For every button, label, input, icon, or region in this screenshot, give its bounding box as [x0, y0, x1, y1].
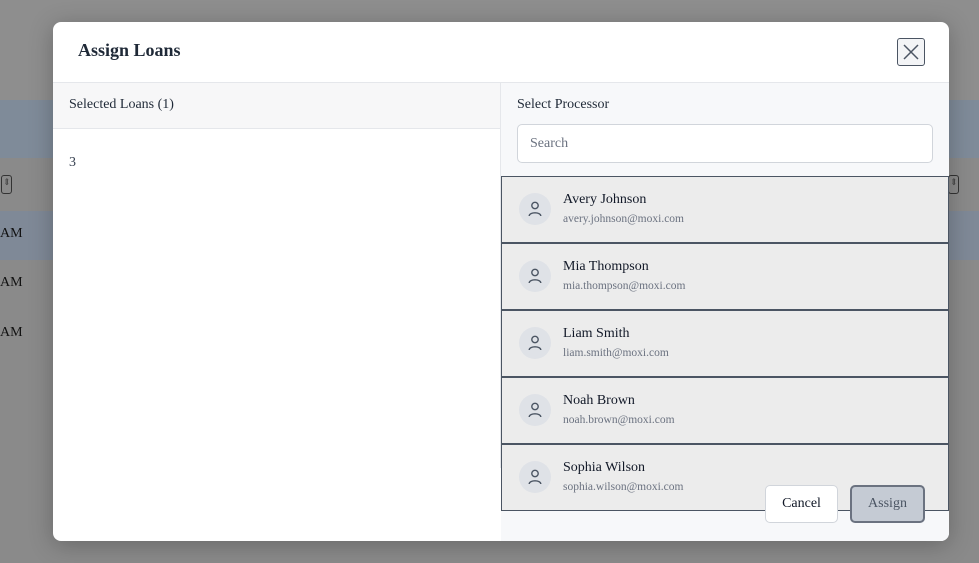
assign-loans-modal: Assign Loans Selected Loans (1) 3 Select… — [53, 22, 949, 541]
avatar — [519, 193, 551, 225]
user-icon — [528, 268, 542, 284]
selected-loans-heading: Selected Loans (1) — [69, 97, 174, 112]
processor-item[interactable]: Mia Thompson mia.thompson@moxi.com — [501, 243, 949, 310]
select-processor-panel: Select Processor Avery Johnson avery.joh… — [501, 83, 949, 541]
assign-button[interactable]: Assign — [850, 485, 925, 523]
processor-list[interactable]: Avery Johnson avery.johnson@moxi.com Mia… — [501, 176, 949, 511]
processor-item[interactable]: Avery Johnson avery.johnson@moxi.com — [501, 176, 949, 243]
sort-icon — [1, 175, 12, 194]
processor-search-input[interactable] — [517, 124, 933, 163]
user-icon — [528, 402, 542, 418]
selected-loans-header: Selected Loans (1) — [53, 83, 500, 129]
background-row-time: AM — [0, 226, 23, 241]
user-icon — [528, 201, 542, 217]
processor-email: sophia.wilson@moxi.com — [563, 481, 684, 493]
cancel-button[interactable]: Cancel — [765, 485, 838, 523]
user-icon — [528, 335, 542, 351]
close-button[interactable] — [897, 38, 925, 66]
select-processor-heading: Select Processor — [517, 97, 610, 112]
processor-name: Sophia Wilson — [563, 460, 646, 475]
processor-name: Mia Thompson — [563, 259, 649, 274]
sort-icon — [948, 175, 959, 194]
processor-item[interactable]: Liam Smith liam.smith@moxi.com — [501, 310, 949, 377]
processor-email: mia.thompson@moxi.com — [563, 280, 686, 292]
background-row-time: AM — [0, 275, 23, 290]
selected-loans-panel: Selected Loans (1) 3 — [53, 83, 501, 468]
selected-loan-item: 3 — [69, 155, 76, 170]
user-icon — [528, 469, 542, 485]
avatar — [519, 394, 551, 426]
processor-name: Liam Smith — [563, 326, 630, 341]
close-icon — [903, 44, 919, 60]
avatar — [519, 461, 551, 493]
processor-email: avery.johnson@moxi.com — [563, 213, 684, 225]
processor-item[interactable]: Noah Brown noah.brown@moxi.com — [501, 377, 949, 444]
processor-name: Noah Brown — [563, 393, 635, 408]
modal-header: Assign Loans — [53, 22, 949, 83]
processor-name: Avery Johnson — [563, 192, 647, 207]
avatar — [519, 260, 551, 292]
modal-title: Assign Loans — [78, 40, 181, 60]
background-row-time: AM — [0, 325, 23, 340]
processor-email: noah.brown@moxi.com — [563, 414, 675, 426]
avatar — [519, 327, 551, 359]
processor-email: liam.smith@moxi.com — [563, 347, 669, 359]
